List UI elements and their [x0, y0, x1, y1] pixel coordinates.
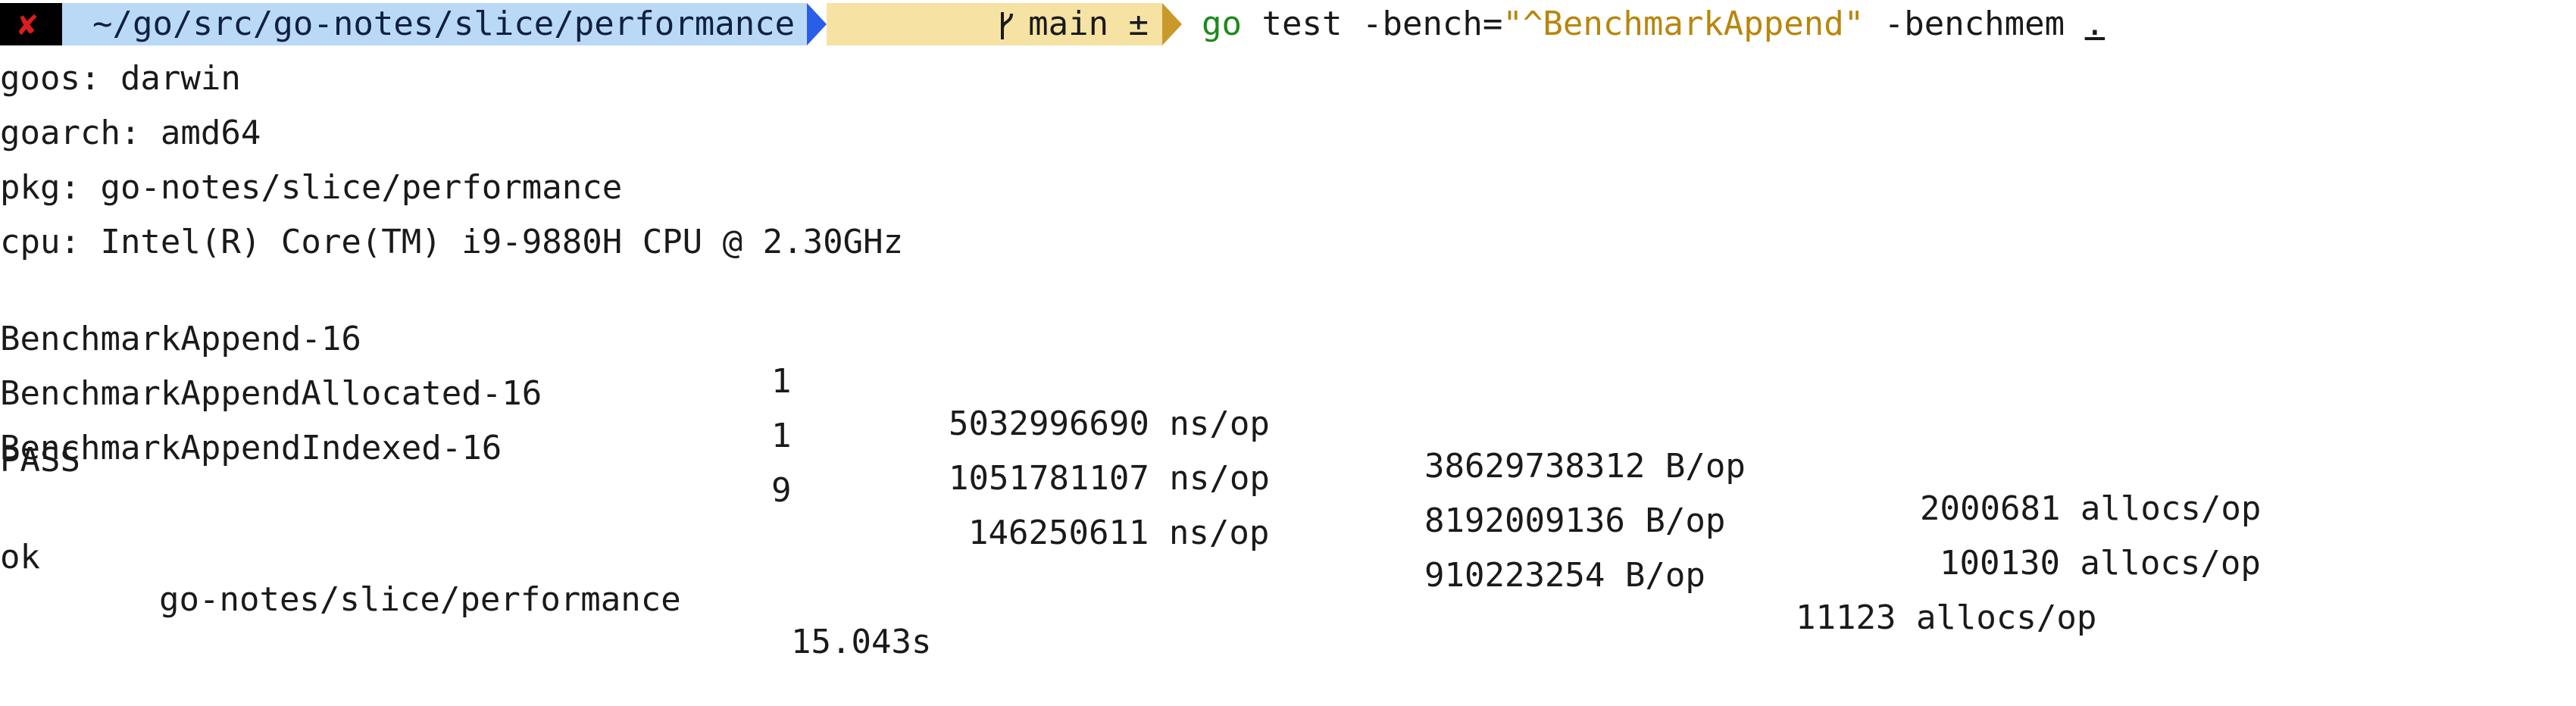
- command-args-before: test -bench=: [1242, 5, 1503, 43]
- git-branch-name: main ±: [1028, 5, 1149, 43]
- terminal-window[interactable]: ✘ ~/go/src/go-notes/slice/performance ma…: [0, 0, 2576, 661]
- benchmark-row: BenchmarkAppendIndexed-16 9 146250611 ns…: [0, 385, 2576, 637]
- current-directory: ~/go/src/go-notes/slice/performance: [92, 5, 796, 43]
- git-branch-icon: [837, 0, 1016, 88]
- benchmark-allocs-per-op: 11123 allocs/op: [1796, 598, 2097, 637]
- prompt-status-segment: ✘: [0, 3, 62, 45]
- command-program: go: [1202, 5, 1243, 43]
- command-target: .: [2084, 5, 2106, 43]
- output-line-pkg: pkg: go-notes/slice/performance: [0, 168, 623, 207]
- command-args-after: -benchmem: [1864, 5, 2085, 43]
- command-text: go test -bench="^BenchmarkAppend" -bench…: [1182, 3, 2105, 45]
- test-ok-line: ok go-notes/slice/performance 15.043s: [0, 494, 2576, 661]
- powerline-separator: [807, 3, 827, 45]
- ok-label: ok: [0, 538, 40, 576]
- benchmark-bytes-per-op: 38629738312 B/op: [1424, 447, 1746, 486]
- output-line-goos: goos: darwin: [0, 59, 241, 98]
- powerline-separator: [1162, 3, 1183, 45]
- ok-package: go-notes/slice/performance: [159, 580, 681, 619]
- prompt-git-segment: main ±: [827, 3, 1163, 45]
- test-pass-line: PASS: [0, 441, 80, 480]
- error-x-icon: ✘: [18, 5, 38, 42]
- benchmark-allocs-per-op: 100130 allocs/op: [1940, 544, 2261, 583]
- command-quoted-arg: "^BenchmarkAppend": [1502, 5, 1865, 43]
- benchmark-bytes-per-op: 910223254 B/op: [1424, 556, 1705, 595]
- output-line-goarch: goarch: amd64: [0, 114, 261, 152]
- prompt-line: ✘ ~/go/src/go-notes/slice/performance ma…: [0, 3, 2105, 45]
- benchmark-row: BenchmarkAppend-16 1 5032996690 ns/op 38…: [0, 276, 2576, 528]
- benchmark-row: BenchmarkAppendAllocated-16 1 1051781107…: [0, 330, 2576, 583]
- output-line-cpu: cpu: Intel(R) Core(TM) i9-9880H CPU @ 2.…: [0, 223, 904, 261]
- ok-elapsed-time: 15.043s: [791, 623, 932, 661]
- prompt-directory-segment: ~/go/src/go-notes/slice/performance: [62, 3, 808, 45]
